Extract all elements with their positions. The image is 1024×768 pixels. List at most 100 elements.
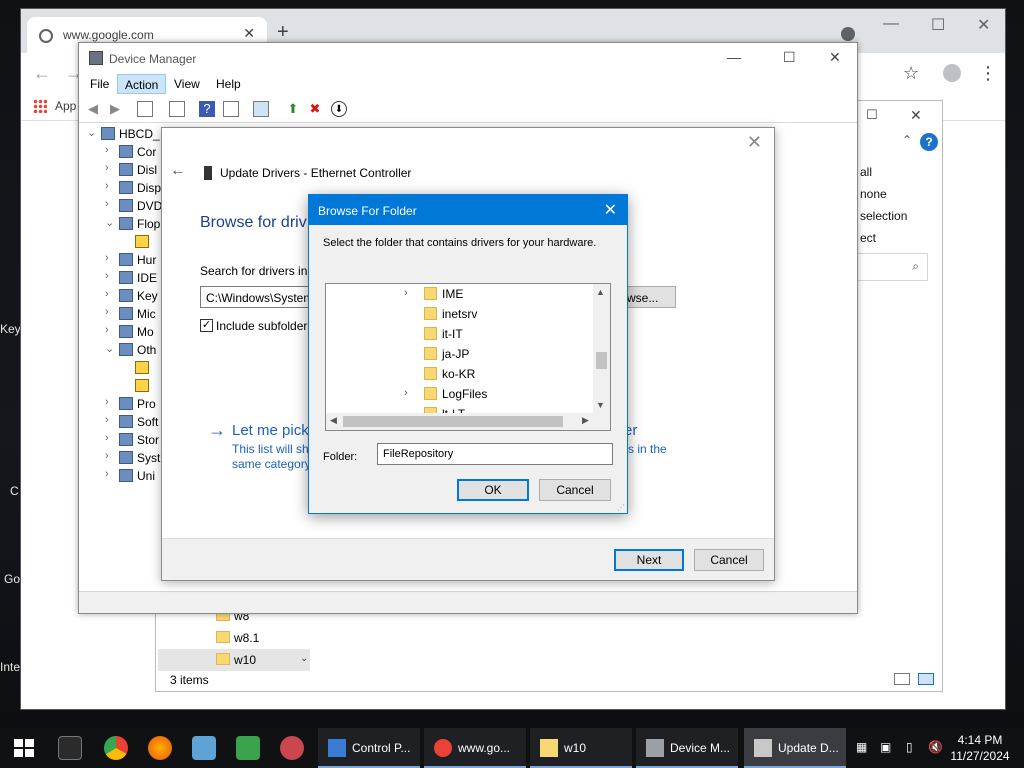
expand-chevron-icon[interactable]: › — [105, 324, 117, 336]
folder-tree-item[interactable]: › IME — [326, 284, 596, 304]
folder-tree-item[interactable]: it-IT — [326, 324, 596, 344]
cmd-icon[interactable] — [58, 736, 82, 760]
color-icon[interactable]: ▣ — [880, 740, 891, 754]
folder-tree-item[interactable]: › LogFiles — [326, 384, 596, 404]
scroll-thumb[interactable] — [343, 416, 563, 427]
expand-chevron-icon[interactable]: › — [404, 287, 408, 299]
uninstall-device-icon[interactable]: ✖ — [307, 101, 323, 117]
pick-from-list-link[interactable]: Let me pick — [232, 422, 309, 439]
apps-icon[interactable] — [33, 99, 47, 113]
close-icon[interactable]: ✕ — [747, 132, 762, 153]
close-icon[interactable]: ✕ — [829, 49, 841, 66]
select-all-option[interactable]: all — [860, 165, 872, 179]
chevron-up-icon[interactable]: ⌃ — [902, 133, 912, 147]
show-hide-console-tree-icon[interactable] — [137, 101, 153, 117]
avatar[interactable] — [943, 64, 961, 82]
large-icons-view-icon[interactable] — [918, 673, 934, 685]
scroll-up-icon[interactable]: ▲ — [596, 287, 605, 297]
help-icon[interactable]: ? — [199, 101, 215, 117]
driver-path-input[interactable]: C:\Windows\System — [200, 286, 310, 308]
scroll-right-icon[interactable]: ▶ — [582, 415, 589, 426]
windows-start-icon[interactable] — [14, 739, 34, 757]
taskbar-task[interactable]: Control P... — [318, 728, 420, 768]
browse-button[interactable]: wse... — [624, 286, 676, 308]
usb-icon[interactable]: ▯ — [906, 740, 913, 754]
maximize-icon[interactable]: ☐ — [866, 107, 878, 123]
minimize-icon[interactable]: — — [727, 49, 741, 65]
star-icon[interactable]: ☆ — [903, 63, 919, 84]
expand-chevron-icon[interactable]: › — [105, 162, 117, 174]
taskbar-task[interactable]: Update D... — [744, 728, 846, 768]
maximize-icon[interactable]: ☐ — [783, 49, 796, 66]
update-driver-icon[interactable]: ⬆ — [285, 101, 301, 117]
desktop-icon-label[interactable]: Key — [0, 322, 21, 336]
expand-chevron-icon[interactable]: › — [105, 450, 117, 462]
horizontal-scrollbar[interactable]: ◀ ▶ — [326, 413, 595, 430]
expand-chevron-icon[interactable]: › — [105, 306, 117, 318]
menu-file[interactable]: File — [90, 77, 109, 91]
expand-chevron-icon[interactable]: › — [105, 252, 117, 264]
folder-tree[interactable]: ›IMEinetsrvit-ITja-JPko-KR›LogFileslt-LT… — [325, 283, 611, 431]
maximize-icon[interactable]: ☐ — [931, 15, 945, 35]
network-icon[interactable]: ▦ — [856, 740, 867, 754]
clock[interactable]: 4:14 PM 11/27/2024 — [946, 732, 1014, 764]
cancel-button[interactable]: Cancel — [694, 549, 764, 571]
chrome-icon[interactable] — [104, 736, 128, 760]
app-icon[interactable] — [280, 736, 304, 760]
scroll-down-icon[interactable]: ▼ — [596, 400, 605, 410]
expand-chevron-icon[interactable]: › — [105, 432, 117, 444]
close-icon[interactable]: ✕ — [910, 107, 922, 124]
expand-chevron-icon[interactable]: › — [105, 270, 117, 282]
firefox-icon[interactable] — [148, 736, 172, 760]
expand-chevron-icon[interactable]: › — [105, 288, 117, 300]
close-icon[interactable]: ✕ — [243, 25, 255, 42]
expand-chevron-icon[interactable]: › — [404, 387, 408, 399]
help-icon[interactable]: ? — [920, 133, 938, 151]
taskbar-task[interactable]: Device M... — [636, 728, 738, 768]
close-icon[interactable]: ✕ — [604, 200, 617, 220]
forward-icon[interactable]: ▶ — [107, 101, 123, 117]
vertical-scrollbar[interactable]: ▲ ▼ — [593, 284, 610, 415]
chrome-profile-icon[interactable] — [841, 27, 855, 41]
volume-muted-icon[interactable]: 🔇 — [928, 740, 943, 754]
new-tab-icon[interactable]: + — [277, 21, 289, 44]
include-subfolders-checkbox[interactable]: ✓ — [200, 319, 213, 332]
apps-link[interactable]: App — [55, 99, 76, 113]
list-item[interactable]: w10 ⌄ — [158, 649, 310, 671]
folder-input[interactable]: FileRepository — [377, 443, 613, 465]
ok-button[interactable]: OK — [457, 479, 529, 501]
chart-app-icon[interactable] — [236, 736, 260, 760]
enable-device-icon[interactable]: ⬇ — [331, 101, 347, 117]
desktop-icon-label[interactable]: Go — [4, 572, 20, 586]
next-button[interactable]: Next — [614, 549, 684, 571]
expand-chevron-icon[interactable]: › — [105, 144, 117, 156]
close-icon[interactable]: ✕ — [977, 15, 990, 35]
scan-hardware-icon[interactable] — [253, 101, 269, 117]
back-icon[interactable]: ◀ — [85, 101, 101, 117]
collapse-chevron-icon[interactable]: ⌄ — [105, 342, 117, 355]
back-icon[interactable]: ← — [33, 63, 51, 84]
menu-help[interactable]: Help — [216, 77, 241, 91]
expand-chevron-icon[interactable]: › — [105, 468, 117, 480]
properties-icon[interactable] — [169, 101, 185, 117]
expand-chevron-icon[interactable]: › — [105, 396, 117, 408]
invert-selection-option[interactable]: selection — [860, 209, 907, 223]
menu-action[interactable]: Action — [117, 74, 167, 94]
back-arrow-icon[interactable]: ← — [170, 162, 186, 180]
folder-tree-item[interactable]: ko-KR — [326, 364, 596, 384]
expand-chevron-icon[interactable]: › — [105, 414, 117, 426]
collapse-chevron-icon[interactable]: ⌄ — [105, 216, 117, 229]
folder-tree-item[interactable]: inetsrv — [326, 304, 596, 324]
taskbar-task[interactable]: w10 — [530, 728, 632, 768]
expand-chevron-icon[interactable]: › — [105, 180, 117, 192]
resize-grip-icon[interactable]: ⋰ — [617, 503, 625, 512]
scroll-thumb[interactable] — [596, 352, 607, 369]
desktop-icon-label[interactable]: Inte — [0, 660, 20, 674]
select-none-option[interactable]: none — [860, 187, 887, 201]
chevron-down-icon[interactable]: ⌄ — [300, 653, 308, 664]
folder-tree-item[interactable]: ja-JP — [326, 344, 596, 364]
search-input[interactable]: ⌕ — [856, 253, 928, 281]
action-pane-icon[interactable] — [223, 101, 239, 117]
more-menu-icon[interactable]: ⋮ — [979, 63, 997, 84]
minimize-icon[interactable]: — — [883, 15, 899, 33]
